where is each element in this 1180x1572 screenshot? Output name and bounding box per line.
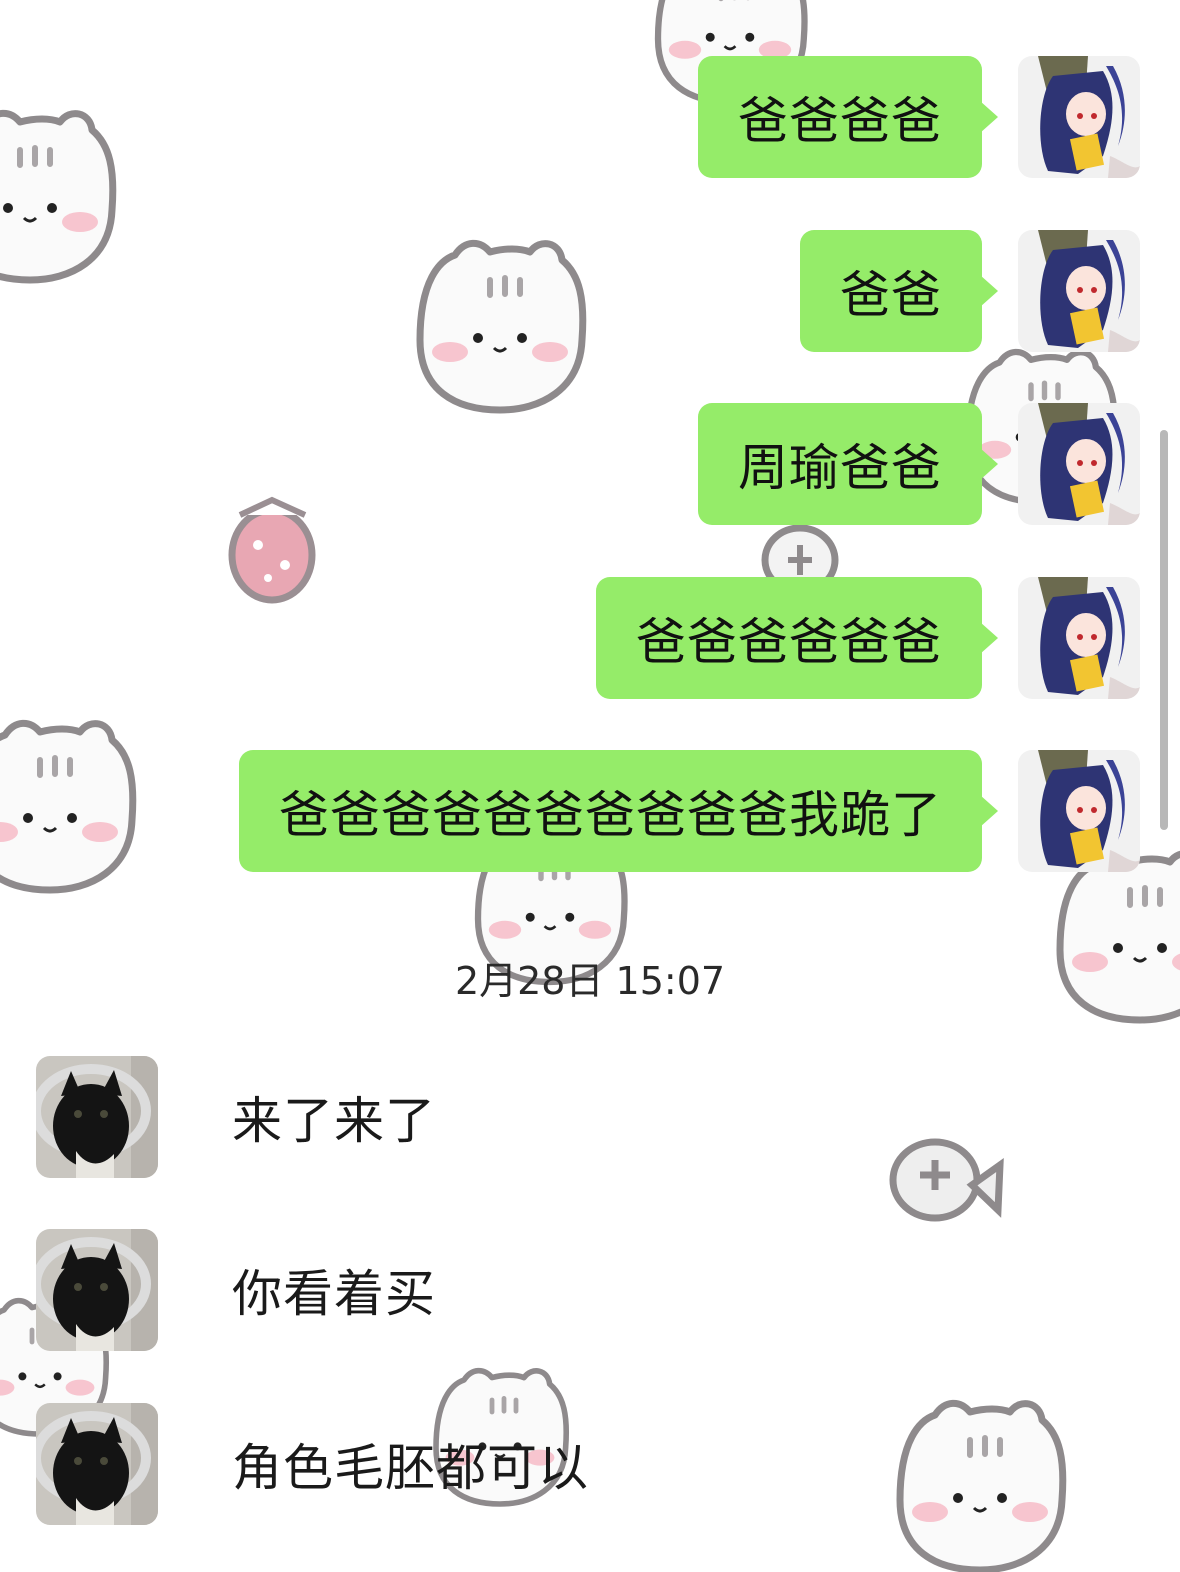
outgoing-message-row: 爸爸爸爸 (698, 56, 1140, 178)
outgoing-message-bubble[interactable]: 周瑜爸爸 (698, 403, 998, 525)
contact-avatar[interactable] (36, 1229, 158, 1351)
cat-doodle-icon (420, 243, 583, 410)
outgoing-message-bubble[interactable]: 爸爸爸爸 (698, 56, 998, 178)
cat-doodle-icon (0, 723, 133, 890)
my-avatar[interactable] (1018, 750, 1140, 872)
avatar-image-icon (1018, 56, 1140, 178)
contact-avatar[interactable] (36, 1403, 158, 1525)
outgoing-message-row: 爸爸爸爸爸爸爸爸爸爸我跪了 (239, 750, 1140, 872)
cat-doodle-icon (900, 1403, 1063, 1570)
message-timestamp: 2月28日 15:07 (454, 959, 726, 1003)
incoming-message-row: 角色毛胚都可以 (36, 1403, 589, 1525)
scrollbar[interactable] (1160, 430, 1168, 830)
avatar-image-icon (1018, 750, 1140, 872)
outgoing-message-row: 爸爸 (800, 230, 1140, 352)
contact-avatar[interactable] (36, 1056, 158, 1178)
fish-icon (889, 1138, 1004, 1222)
cat-avatar-icon (36, 1056, 158, 1178)
avatar-image-icon (1018, 230, 1140, 352)
outgoing-message-row: 爸爸爸爸爸爸 (596, 577, 1140, 699)
message-text: 爸爸爸爸 (738, 92, 942, 150)
incoming-message-text[interactable]: 来了来了 (232, 1056, 436, 1178)
cat-avatar-icon (36, 1403, 158, 1525)
avatar-image-icon (1018, 577, 1140, 699)
my-avatar[interactable] (1018, 577, 1140, 699)
my-avatar[interactable] (1018, 56, 1140, 178)
cat-avatar-icon (36, 1229, 158, 1351)
incoming-message-text[interactable]: 角色毛胚都可以 (232, 1403, 589, 1525)
message-text: 爸爸 (840, 266, 942, 324)
outgoing-message-bubble[interactable]: 爸爸 (800, 230, 998, 352)
incoming-message-row: 来了来了 (36, 1056, 436, 1178)
outgoing-message-row: 周瑜爸爸 (698, 403, 1140, 525)
message-text: 爸爸爸爸爸爸爸爸爸爸我跪了 (279, 786, 942, 844)
outgoing-message-bubble[interactable]: 爸爸爸爸爸爸 (596, 577, 998, 699)
my-avatar[interactable] (1018, 403, 1140, 525)
avatar-image-icon (1018, 403, 1140, 525)
message-text: 爸爸爸爸爸爸 (636, 613, 942, 671)
incoming-message-text[interactable]: 你看着买 (232, 1229, 436, 1351)
outgoing-message-bubble[interactable]: 爸爸爸爸爸爸爸爸爸爸我跪了 (239, 750, 998, 872)
strawberry-icon (228, 496, 316, 604)
incoming-message-row: 你看着买 (36, 1229, 436, 1351)
message-text: 周瑜爸爸 (738, 439, 942, 497)
my-avatar[interactable] (1018, 230, 1140, 352)
cat-doodle-icon (0, 113, 113, 280)
